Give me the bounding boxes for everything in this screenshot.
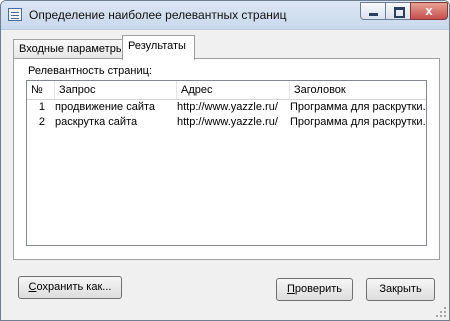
row-number: 1 [38, 101, 45, 113]
resize-grip-icon[interactable] [436, 307, 446, 317]
row-number: 2 [38, 116, 45, 128]
window-title: Определение наиболее релевантных страниц [29, 8, 287, 22]
row-address: http://www.yazzle.ru/ [177, 101, 278, 113]
row-address: http://www.yazzle.ru/ [177, 116, 278, 128]
close-button[interactable]: Закрыть [366, 278, 435, 301]
listview-header: № Запрос Адрес Заголовок [27, 81, 426, 100]
column-header-query[interactable]: Запрос [55, 81, 177, 99]
maximize-button[interactable] [385, 2, 411, 20]
dialog-window: Определение наиболее релевантных страниц… [0, 0, 450, 321]
close-window-button[interactable]: x [410, 2, 448, 20]
save-as-button[interactable]: Сохранить как... [18, 276, 122, 299]
app-icon [8, 8, 22, 21]
table-row[interactable]: 1 продвижение сайта http://www.yazzle.ru… [27, 100, 426, 115]
column-header-title[interactable]: Заголовок [290, 81, 426, 99]
row-title: Программа для раскрутки... [290, 116, 426, 128]
column-header-address[interactable]: Адрес [177, 81, 290, 99]
column-header-number[interactable]: № [27, 81, 55, 99]
row-query: раскрутка сайта [55, 116, 138, 128]
check-mnemonic: П [286, 283, 295, 295]
results-listview[interactable]: № Запрос Адрес Заголовок 1 продвижение с… [26, 80, 427, 246]
close-icon: x [425, 3, 433, 18]
check-label: роверить [294, 283, 342, 295]
title-bar[interactable]: Определение наиболее релевантных страниц… [1, 1, 449, 30]
check-button[interactable]: Проверить [276, 278, 353, 301]
save-label: охранить как... [36, 281, 112, 293]
row-title: Программа для раскрутки... [290, 101, 426, 113]
relevance-label: Релевантность страниц: [28, 65, 152, 77]
save-mnemonic: С [28, 281, 37, 293]
results-panel: Релевантность страниц: № Запрос Адрес За… [13, 58, 440, 260]
table-row[interactable]: 2 раскрутка сайта http://www.yazzle.ru/ … [27, 115, 426, 130]
minimize-button[interactable] [360, 2, 386, 20]
tab-input-parameters[interactable]: Входные параметры [13, 39, 124, 59]
row-query: продвижение сайта [55, 101, 156, 113]
tab-results[interactable]: Результаты [122, 35, 195, 60]
